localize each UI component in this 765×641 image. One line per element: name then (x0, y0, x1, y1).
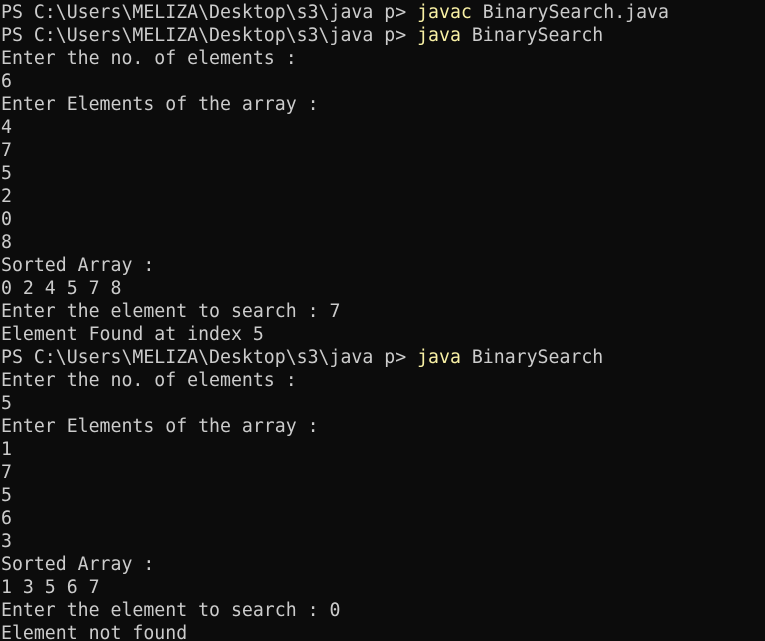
output-line: Enter the no. of elements : (1, 48, 297, 69)
output-line: 3 (1, 531, 12, 552)
output-line: Enter the element to search : 7 (1, 301, 341, 322)
output-line: 7 (1, 140, 12, 161)
output-line: 7 (1, 462, 12, 483)
output-line: 5 (1, 393, 12, 414)
output-line: 0 2 4 5 7 8 (1, 278, 122, 299)
output-line: Sorted Array : (1, 554, 155, 575)
output-line: Element Found at index 5 (1, 324, 264, 345)
output-line: Sorted Array : (1, 255, 155, 276)
prompt-text: PS C:\Users\MELIZA\Desktop\s3\java p> (1, 2, 418, 23)
output-line: Enter the element to search : 0 (1, 600, 341, 621)
output-line: 4 (1, 117, 12, 138)
output-line: Element not found (1, 623, 188, 641)
output-line: Enter the no. of elements : (1, 370, 297, 391)
command-args: BinarySearch (460, 347, 604, 368)
output-line: 1 (1, 439, 12, 460)
command-args: BinarySearch.java (471, 2, 669, 23)
prompt-text: PS C:\Users\MELIZA\Desktop\s3\java p> (1, 347, 418, 368)
output-line: 5 (1, 485, 12, 506)
output-line: 6 (1, 71, 12, 92)
command-line: PS C:\Users\MELIZA\Desktop\s3\java p> ja… (1, 346, 603, 369)
output-line: Enter Elements of the array : (1, 94, 319, 115)
output-line: 5 (1, 163, 12, 184)
output-line: Enter Elements of the array : (1, 416, 319, 437)
output-line: 1 3 5 6 7 (1, 577, 100, 598)
command-name: java (417, 347, 461, 368)
command-name: javac (417, 2, 472, 23)
command-line: PS C:\Users\MELIZA\Desktop\s3\java p> ja… (1, 24, 603, 47)
command-args: BinarySearch (460, 25, 604, 46)
output-line: 2 (1, 186, 12, 207)
output-line: 8 (1, 232, 12, 253)
prompt-text: PS C:\Users\MELIZA\Desktop\s3\java p> (1, 25, 418, 46)
command-line: PS C:\Users\MELIZA\Desktop\s3\java p> ja… (1, 1, 669, 24)
terminal-window[interactable]: PS C:\Users\MELIZA\Desktop\s3\java p> ja… (0, 0, 765, 641)
output-line: 6 (1, 508, 12, 529)
command-name: java (417, 25, 461, 46)
output-line: 0 (1, 209, 12, 230)
